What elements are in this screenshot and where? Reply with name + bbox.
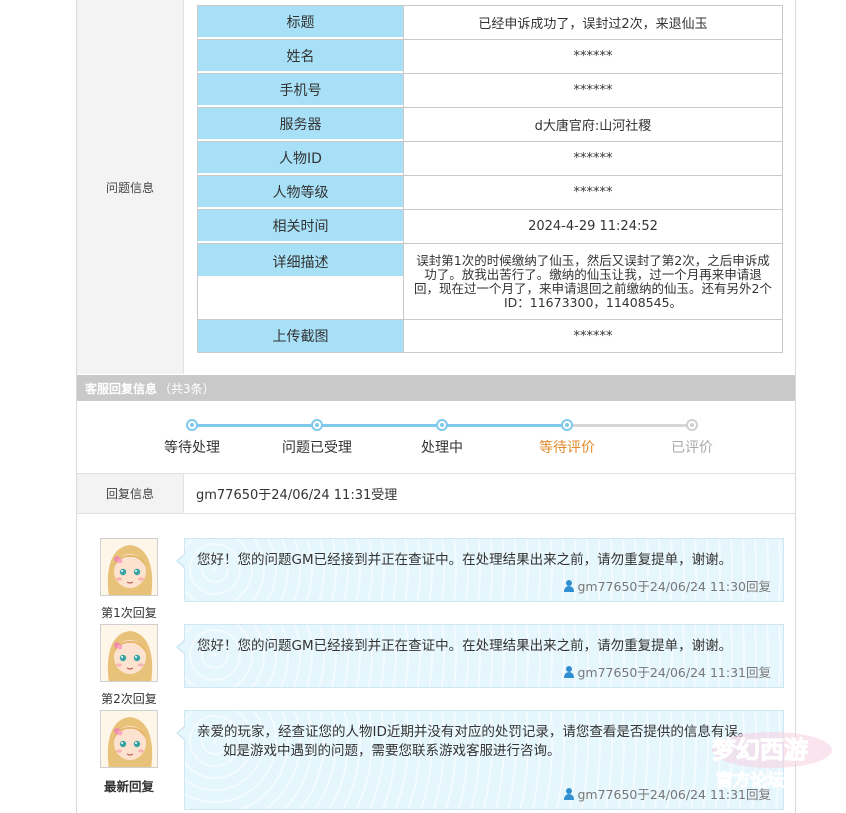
info-key: 人物ID	[197, 141, 403, 175]
reply-meta-text: gm77650于24/06/24 11:31回复	[577, 665, 771, 680]
progress-dot	[186, 419, 198, 431]
info-row-time: 相关时间 2024-4-29 11:24:52	[197, 209, 783, 243]
reply-label: 第1次回复	[101, 606, 157, 620]
ticket-detail-panel: 问题信息 标题 已经申诉成功了，误封过2次，来退仙玉 姓名 ****** 手机号…	[76, 0, 796, 813]
girl-avatar-icon	[101, 711, 157, 767]
reply-bubble: 您好！您的问题GM已经接到并正在查证中。在处理结果出来之前，请勿重复提单，谢谢。…	[176, 624, 784, 688]
progress-step-label: 等待评价	[539, 440, 595, 456]
progress-dot	[311, 419, 323, 431]
reply-bubble: 您好！您的问题GM已经接到并正在查证中。在处理结果出来之前，请勿重复提单，谢谢。…	[176, 538, 784, 602]
reply-bubble: 亲爱的玩家，经查证您的人物ID近期并没有对应的处罚记录，请您查看是否提供的信息有…	[176, 710, 784, 810]
info-row-title: 标题 已经申诉成功了，误封过2次，来退仙玉	[197, 5, 783, 39]
reply-count: （共3条）	[159, 381, 215, 396]
progress-step-label: 问题已受理	[282, 440, 352, 456]
info-key: 标题	[197, 5, 403, 39]
progress-dot	[686, 419, 698, 431]
progress-track-todo	[567, 424, 692, 427]
info-row-description: 详细描述 误封第1次的时候缴纳了仙玉，然后又误封了第2次，之后申诉成功了。放我出…	[197, 243, 783, 319]
info-row-name: 姓名 ******	[197, 39, 783, 73]
info-key: 详细描述	[197, 243, 403, 319]
info-row-server: 服务器 d大唐官府:山河社稷	[197, 107, 783, 141]
reply-info-label: 回复信息	[77, 474, 184, 513]
info-row-phone: 手机号 ******	[197, 73, 783, 107]
info-value: ******	[403, 141, 783, 175]
info-value: ******	[403, 175, 783, 209]
progress-track-done	[192, 424, 567, 427]
progress-step-label: 已评价	[671, 440, 713, 456]
problem-info-table: 标题 已经申诉成功了，误封过2次，来退仙玉 姓名 ****** 手机号 ****…	[197, 5, 783, 353]
info-row-screenshot: 上传截图 ******	[197, 319, 783, 353]
user-icon	[563, 787, 575, 800]
reply-meta-text: gm77650于24/06/24 11:30回复	[577, 579, 771, 594]
progress-step-label: 处理中	[421, 440, 463, 456]
reply-text: 亲爱的玩家，经查证您的人物ID近期并没有对应的处罚记录，请您查看是否提供的信息有…	[185, 711, 783, 761]
info-value: 误封第1次的时候缴纳了仙玉，然后又误封了第2次，之后申诉成功了。放我出苦行了。缴…	[403, 243, 783, 319]
info-value: 2024-4-29 11:24:52	[403, 209, 783, 243]
info-key: 人物等级	[197, 175, 403, 209]
progress-dot	[561, 419, 573, 431]
reply-meta: gm77650于24/06/24 11:31回复	[563, 784, 771, 803]
info-value: ******	[403, 39, 783, 73]
reply-info-row: 回复信息 gm77650于24/06/24 11:31受理	[77, 473, 795, 514]
info-row-character-level: 人物等级 ******	[197, 175, 783, 209]
problem-info-label: 问题信息	[77, 0, 184, 374]
user-icon	[563, 665, 575, 678]
problem-info-section: 问题信息 标题 已经申诉成功了，误封过2次，来退仙玉 姓名 ****** 手机号…	[77, 0, 795, 374]
reply-meta: gm77650于24/06/24 11:31回复	[563, 662, 771, 681]
reply-text-line: 亲爱的玩家，经查证您的人物ID近期并没有对应的处罚记录，请您查看是否提供的信息有…	[197, 724, 752, 740]
reply-text: 您好！您的问题GM已经接到并正在查证中。在处理结果出来之前，请勿重复提单，谢谢。	[197, 552, 733, 568]
progress-tracker: 等待处理 问题已受理 处理中 等待评价 已评价	[77, 401, 795, 473]
reply-meta-text: gm77650于24/06/24 11:31回复	[577, 787, 771, 802]
reply-text-line: 如是游戏中遇到的问题，需要您联系游戏客服进行咨询。	[223, 743, 561, 759]
avatar	[100, 538, 158, 596]
reply-meta: gm77650于24/06/24 11:30回复	[563, 576, 771, 595]
info-row-character-id: 人物ID ******	[197, 141, 783, 175]
info-key: 上传截图	[197, 319, 403, 353]
info-key: 姓名	[197, 39, 403, 73]
progress-step-label: 等待处理	[164, 440, 220, 456]
reply-section-title: 客服回复信息	[85, 381, 158, 396]
girl-avatar-icon	[101, 625, 157, 681]
avatar	[100, 710, 158, 768]
info-value: ******	[403, 319, 783, 353]
info-key: 服务器	[197, 107, 403, 141]
reply-section-header: 客服回复信息 （共3条）	[77, 375, 795, 401]
reply-info-value: gm77650于24/06/24 11:31受理	[196, 488, 398, 503]
info-key: 手机号	[197, 73, 403, 107]
reply-text: 您好！您的问题GM已经接到并正在查证中。在处理结果出来之前，请勿重复提单，谢谢。	[197, 638, 733, 654]
info-value: 已经申诉成功了，误封过2次，来退仙玉	[403, 5, 783, 39]
info-value: d大唐官府:山河社稷	[403, 107, 783, 141]
reply-label: 最新回复	[103, 779, 154, 794]
info-value: ******	[403, 73, 783, 107]
avatar	[100, 624, 158, 682]
reply-label: 第2次回复	[101, 692, 157, 706]
user-icon	[563, 579, 575, 592]
info-key: 相关时间	[197, 209, 403, 243]
girl-avatar-icon	[101, 539, 157, 595]
progress-dot	[436, 419, 448, 431]
